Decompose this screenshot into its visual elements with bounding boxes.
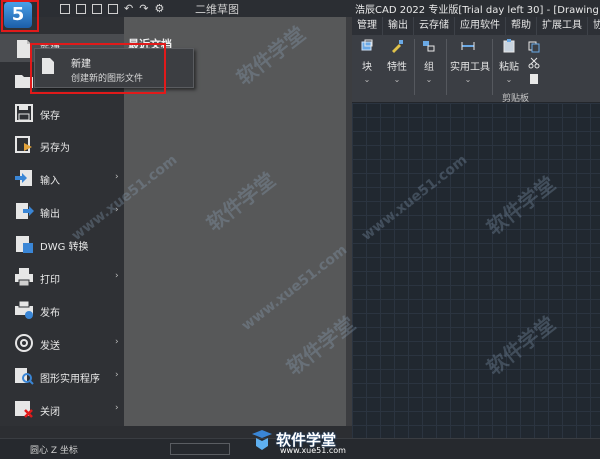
menu-item-label: 输出 bbox=[40, 209, 60, 220]
ribbon-separator bbox=[414, 39, 415, 95]
group-button[interactable]: 组 ⌄ bbox=[416, 39, 442, 84]
paste-icon bbox=[503, 39, 515, 53]
redo-icon[interactable]: ↷ bbox=[139, 2, 148, 15]
properties-button[interactable]: 特性 ⌄ bbox=[384, 39, 410, 84]
tab-collaborate[interactable]: 协 bbox=[587, 17, 600, 35]
chevron-right-icon: › bbox=[115, 403, 119, 413]
menu-item-save-as[interactable]: 另存为 bbox=[0, 130, 124, 160]
chevron-right-icon: › bbox=[115, 337, 119, 347]
menu-item-label: DWG 转换 bbox=[40, 242, 89, 253]
open-icon[interactable] bbox=[76, 3, 86, 14]
menu-item-publish[interactable]: 发布 bbox=[0, 295, 124, 325]
dwg-convert-icon bbox=[16, 236, 33, 253]
menu-item-label: 图形实用程序 bbox=[40, 374, 100, 385]
ribbon-separator bbox=[492, 39, 493, 95]
menu-item-label: 关闭 bbox=[40, 407, 60, 418]
window-title: 浩辰CAD 2022 专业版[Trial day left 30] - [Dra… bbox=[355, 5, 600, 16]
block-icon bbox=[361, 39, 373, 51]
tab-help[interactable]: 帮助 bbox=[505, 17, 536, 35]
tooltip-highlight-box bbox=[30, 43, 166, 94]
paste-button[interactable]: 粘贴 ⌄ bbox=[496, 39, 522, 84]
tab-extension-tools[interactable]: 扩展工具 bbox=[536, 17, 587, 35]
workspace-name[interactable]: 二维草图 bbox=[195, 1, 239, 17]
drawing-utilities-icon bbox=[15, 368, 34, 385]
save-icon[interactable] bbox=[92, 3, 102, 14]
menu-item-import[interactable]: 输入 › bbox=[0, 163, 124, 193]
block-button[interactable]: 块 ⌄ bbox=[354, 39, 380, 84]
menu-item-send[interactable]: 发送 › bbox=[0, 328, 124, 358]
menu-item-label: 打印 bbox=[40, 275, 60, 286]
tab-manage[interactable]: 管理 bbox=[352, 17, 382, 35]
chevron-right-icon: › bbox=[115, 205, 119, 215]
group-icon bbox=[423, 41, 435, 52]
undo-icon[interactable]: ↶ bbox=[124, 2, 133, 15]
menu-item-dwg-convert[interactable]: DWG 转换 bbox=[0, 229, 124, 259]
chevron-down-icon: ⌄ bbox=[363, 75, 371, 84]
menu-item-label: 另存为 bbox=[40, 143, 70, 154]
print-icon bbox=[15, 268, 33, 287]
chevron-down-icon: ⌄ bbox=[505, 75, 513, 84]
paste-label: 粘贴 bbox=[499, 62, 519, 73]
menu-item-label: 发送 bbox=[40, 341, 60, 352]
tab-cloud-storage[interactable]: 云存储 bbox=[413, 17, 454, 35]
menu-item-label: 保存 bbox=[40, 111, 60, 122]
copy-icon[interactable] bbox=[528, 41, 540, 53]
menu-item-close[interactable]: 关闭 › bbox=[0, 394, 124, 424]
brand-watermark: 软件学堂 www.xue51.com bbox=[250, 428, 370, 458]
save-as-icon bbox=[15, 136, 32, 153]
block-label: 块 bbox=[362, 62, 372, 73]
menu-item-label: 发布 bbox=[40, 308, 60, 319]
send-icon bbox=[15, 334, 33, 352]
title-bar: ↶ ↷ ⚙ 二维草图 浩辰CAD 2022 专业版[Trial day left… bbox=[0, 0, 600, 17]
quick-access-toolbar: ↶ ↷ ⚙ bbox=[60, 0, 164, 17]
match-properties-icon[interactable] bbox=[528, 73, 540, 85]
chevron-down-icon: ⌄ bbox=[393, 75, 401, 84]
command-input[interactable] bbox=[170, 443, 230, 455]
group-label: 组 bbox=[424, 62, 434, 73]
print-icon[interactable] bbox=[108, 3, 118, 14]
utilities-label: 实用工具 bbox=[450, 62, 490, 73]
drawing-canvas[interactable] bbox=[352, 103, 600, 438]
menu-item-drawing-utilities[interactable]: 图形实用程序 › bbox=[0, 361, 124, 391]
brand-url: www.xue51.com bbox=[280, 446, 346, 455]
utilities-icon bbox=[461, 42, 475, 50]
properties-label: 特性 bbox=[387, 62, 407, 73]
menu-item-label: 输入 bbox=[40, 176, 60, 187]
save-icon bbox=[15, 104, 33, 122]
publish-icon bbox=[15, 300, 33, 319]
chevron-down-icon: ⌄ bbox=[425, 75, 433, 84]
utilities-button[interactable]: 实用工具 ⌄ bbox=[450, 39, 490, 84]
menu-border bbox=[346, 17, 352, 426]
chevron-right-icon: › bbox=[115, 172, 119, 182]
status-text: 圆心 Z 坐标 bbox=[30, 446, 78, 456]
chevron-right-icon: › bbox=[115, 370, 119, 380]
chevron-down-icon: ⌄ bbox=[464, 75, 472, 84]
logo-highlight-box bbox=[1, 0, 39, 32]
chevron-right-icon: › bbox=[115, 271, 119, 281]
ribbon-panel: 块 ⌄ 特性 ⌄ 组 ⌄ 实用工具 ⌄ 粘贴 ⌄ 剪贴板 bbox=[352, 35, 600, 104]
workspace-gear-icon[interactable]: ⚙ bbox=[154, 2, 164, 15]
app-window: ↶ ↷ ⚙ 二维草图 浩辰CAD 2022 专业版[Trial day left… bbox=[0, 0, 600, 459]
cut-icon[interactable] bbox=[528, 57, 540, 69]
ribbon-separator bbox=[446, 39, 447, 95]
menu-item-export[interactable]: 输出 › bbox=[0, 196, 124, 226]
ribbon-tabs: 管理 输出 云存储 应用软件 帮助 扩展工具 协 bbox=[352, 17, 600, 35]
import-icon bbox=[15, 170, 32, 186]
export-icon bbox=[16, 203, 34, 219]
properties-icon bbox=[392, 40, 403, 53]
close-file-icon bbox=[15, 401, 33, 418]
tab-output[interactable]: 输出 bbox=[382, 17, 413, 35]
tab-applications[interactable]: 应用软件 bbox=[454, 17, 505, 35]
menu-item-print[interactable]: 打印 › bbox=[0, 262, 124, 292]
brand-logo bbox=[252, 430, 272, 450]
new-icon[interactable] bbox=[60, 3, 70, 14]
menu-item-save[interactable]: 保存 bbox=[0, 98, 124, 128]
